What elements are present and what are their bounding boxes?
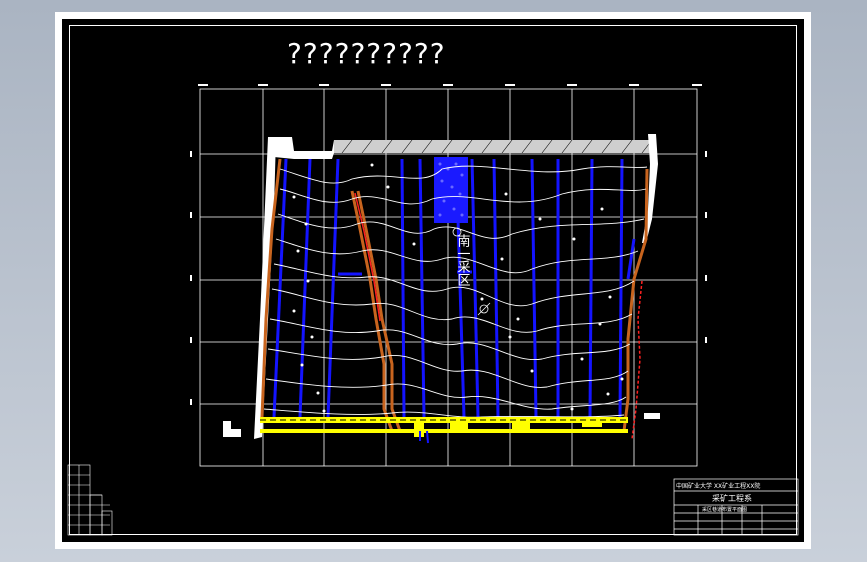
area-label: 南一采区 <box>455 233 471 286</box>
cad-canvas: ?????????? 南一采区 中国矿业大学 XX矿业工程XX院 采矿工程系 采… <box>62 19 804 542</box>
title-block-caption: 采区巷道布置平面图 <box>702 506 747 513</box>
revision-table <box>67 464 113 536</box>
title-block-drawing-name: 采矿工程系 <box>712 493 752 503</box>
title-block-company: 中国矿业大学 XX矿业工程XX院 <box>676 482 760 490</box>
mine-plan-drawing: 南一采区 中国矿业大学 XX矿业工程XX院 采矿工程系 采区巷道布置平面图 <box>67 84 799 536</box>
top-boundary-pillar <box>270 137 653 159</box>
right-boundary <box>642 134 660 419</box>
